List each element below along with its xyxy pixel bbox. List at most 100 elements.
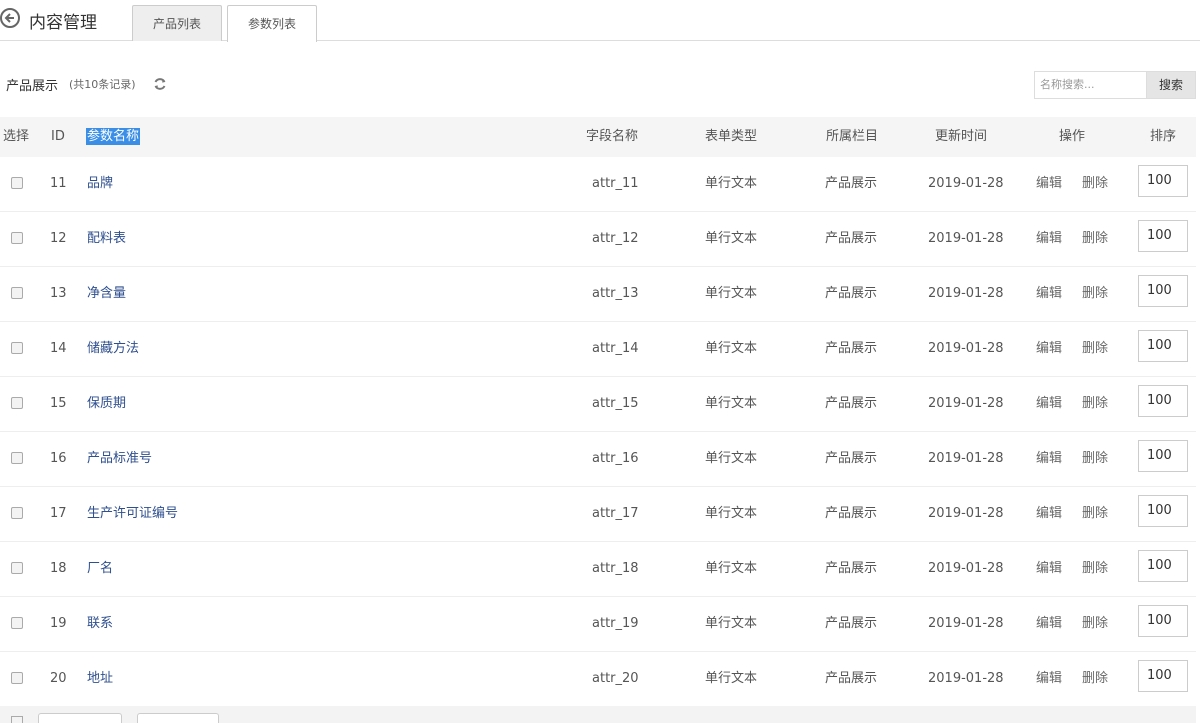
tab-product-list[interactable]: 产品列表: [132, 5, 222, 41]
search-input[interactable]: 名称搜索...: [1034, 71, 1146, 99]
column-name: 产品展示: [825, 671, 878, 686]
row-checkbox[interactable]: [11, 562, 23, 574]
field-name: attr_17: [592, 506, 639, 521]
sort-input[interactable]: 100: [1138, 440, 1188, 472]
row-checkbox[interactable]: [11, 287, 23, 299]
edit-link[interactable]: 编辑: [1036, 487, 1062, 540]
column-name: 产品展示: [825, 451, 878, 466]
edit-link[interactable]: 编辑: [1036, 267, 1062, 320]
form-type: 单行文本: [705, 506, 758, 521]
header-column: 所属栏目: [826, 129, 879, 144]
delete-link[interactable]: 删除: [1082, 432, 1108, 485]
field-name: attr_19: [592, 616, 639, 631]
update-date: 2019-01-28: [928, 396, 1004, 411]
param-name-link[interactable]: 地址: [87, 652, 113, 705]
table-row: 11 品牌 attr_11 单行文本 产品展示 2019-01-28 编辑 删除 100: [0, 157, 1196, 212]
row-id: 19: [50, 616, 67, 631]
form-type: 单行文本: [705, 451, 758, 466]
param-name-link[interactable]: 配料表: [87, 212, 126, 265]
edit-link[interactable]: 编辑: [1036, 377, 1062, 430]
sort-input[interactable]: 100: [1138, 495, 1188, 527]
form-type: 单行文本: [705, 286, 758, 301]
sort-input[interactable]: 100: [1138, 385, 1188, 417]
row-id: 15: [50, 396, 67, 411]
delete-link[interactable]: 删除: [1082, 212, 1108, 265]
edit-link[interactable]: 编辑: [1036, 542, 1062, 595]
form-type: 单行文本: [705, 176, 758, 191]
form-type: 单行文本: [705, 671, 758, 686]
delete-link[interactable]: 删除: [1082, 652, 1108, 705]
row-id: 16: [50, 451, 67, 466]
update-date: 2019-01-28: [928, 561, 1004, 576]
delete-link[interactable]: 删除: [1082, 157, 1108, 210]
column-name: 产品展示: [825, 506, 878, 521]
row-checkbox[interactable]: [11, 672, 23, 684]
delete-link[interactable]: 删除: [1082, 267, 1108, 320]
param-name-link[interactable]: 保质期: [87, 377, 126, 430]
delete-link[interactable]: 删除: [1082, 597, 1108, 650]
param-name-link[interactable]: 净含量: [87, 267, 126, 320]
delete-link[interactable]: 删除: [1082, 322, 1108, 375]
update-date: 2019-01-28: [928, 506, 1004, 521]
edit-link[interactable]: 编辑: [1036, 432, 1062, 485]
table-row: 20 地址 attr_20 单行文本 产品展示 2019-01-28 编辑 删除 100: [0, 652, 1196, 707]
edit-link[interactable]: 编辑: [1036, 652, 1062, 705]
param-name-link[interactable]: 品牌: [87, 157, 113, 210]
field-name: attr_14: [592, 341, 639, 356]
sort-input[interactable]: 100: [1138, 605, 1188, 637]
row-checkbox[interactable]: [11, 342, 23, 354]
delete-link[interactable]: 删除: [1082, 542, 1108, 595]
field-name: attr_12: [592, 231, 639, 246]
field-name: attr_16: [592, 451, 639, 466]
sort-input[interactable]: 100: [1138, 220, 1188, 252]
sort-input[interactable]: 100: [1138, 550, 1188, 582]
row-id: 18: [50, 561, 67, 576]
section-title: 产品展示: [6, 79, 59, 94]
add-param-button[interactable]: [137, 713, 219, 723]
record-count: (共10条记录): [69, 78, 136, 91]
update-date: 2019-01-28: [928, 341, 1004, 356]
form-type: 单行文本: [705, 561, 758, 576]
batch-delete-button[interactable]: [38, 713, 122, 723]
param-name-link[interactable]: 生产许可证编号: [87, 487, 178, 540]
param-name-link[interactable]: 产品标准号: [87, 432, 152, 485]
header-update-time: 更新时间: [935, 129, 988, 144]
row-checkbox[interactable]: [11, 617, 23, 629]
update-date: 2019-01-28: [928, 671, 1004, 686]
form-type: 单行文本: [705, 341, 758, 356]
row-id: 11: [50, 176, 67, 191]
update-date: 2019-01-28: [928, 616, 1004, 631]
edit-link[interactable]: 编辑: [1036, 212, 1062, 265]
sort-input[interactable]: 100: [1138, 660, 1188, 692]
delete-link[interactable]: 删除: [1082, 377, 1108, 430]
update-date: 2019-01-28: [928, 451, 1004, 466]
param-name-link[interactable]: 厂名: [87, 542, 113, 595]
param-name-link[interactable]: 储藏方法: [87, 322, 139, 375]
delete-link[interactable]: 删除: [1082, 487, 1108, 540]
table-row: 12 配料表 attr_12 单行文本 产品展示 2019-01-28 编辑 删除 100: [0, 212, 1196, 267]
header-param-name[interactable]: 参数名称: [86, 128, 141, 145]
tab-param-list[interactable]: 参数列表: [227, 5, 317, 42]
param-name-link[interactable]: 联系: [87, 597, 113, 650]
row-checkbox[interactable]: [11, 507, 23, 519]
sort-input[interactable]: 100: [1138, 275, 1188, 307]
table-header: 选择 ID 参数名称 字段名称 表单类型 所属栏目 更新时间 操作 排序: [0, 117, 1196, 157]
field-name: attr_18: [592, 561, 639, 576]
select-all-checkbox[interactable]: [11, 716, 23, 723]
edit-link[interactable]: 编辑: [1036, 597, 1062, 650]
sort-input[interactable]: 100: [1138, 330, 1188, 362]
refresh-icon[interactable]: [153, 76, 167, 90]
column-name: 产品展示: [825, 616, 878, 631]
search-button[interactable]: 搜索: [1146, 71, 1196, 99]
row-checkbox[interactable]: [11, 232, 23, 244]
back-arrow-icon[interactable]: [0, 8, 20, 28]
row-checkbox[interactable]: [11, 177, 23, 189]
top-bar: 内容管理 产品列表 参数列表: [0, 0, 1200, 42]
row-checkbox[interactable]: [11, 397, 23, 409]
row-checkbox[interactable]: [11, 452, 23, 464]
sort-input[interactable]: 100: [1138, 165, 1188, 197]
edit-link[interactable]: 编辑: [1036, 322, 1062, 375]
edit-link[interactable]: 编辑: [1036, 157, 1062, 210]
field-name: attr_15: [592, 396, 639, 411]
table-row: 14 储藏方法 attr_14 单行文本 产品展示 2019-01-28 编辑 删除 100: [0, 322, 1196, 377]
